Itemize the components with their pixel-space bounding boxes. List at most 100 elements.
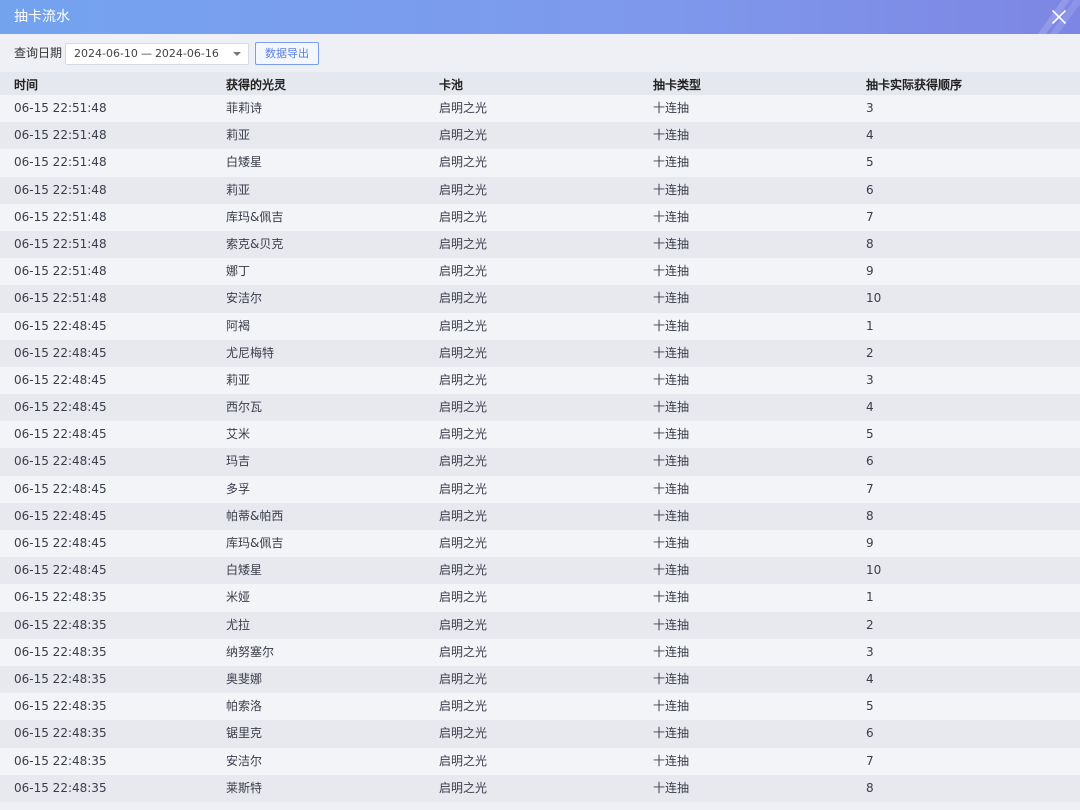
cell-pool: 启明之光 <box>439 644 488 659</box>
cell-character: 西尔瓦 <box>226 400 263 415</box>
cell-draw-type: 十连抽 <box>653 590 690 605</box>
cell-character: 玛吉 <box>226 454 251 469</box>
cell-pool: 启明之光 <box>439 128 488 143</box>
cell-draw-type: 十连抽 <box>653 563 690 578</box>
table-row: 06-15 22:48:35 尤拉 启明之光 十连抽 2 <box>0 611 1080 639</box>
cell-order: 9 <box>866 264 874 279</box>
cell-order: 6 <box>866 726 874 741</box>
cell-order: 1 <box>866 590 874 605</box>
cell-character: 白矮星 <box>226 155 263 170</box>
cell-draw-type: 十连抽 <box>653 264 690 279</box>
table-row: 06-15 22:48:35 奥斐娜 启明之光 十连抽 4 <box>0 665 1080 694</box>
cell-order: 4 <box>866 400 874 415</box>
cell-order: 10 <box>866 291 882 306</box>
cell-time: 06-15 22:48:35 <box>14 699 107 714</box>
cell-character: 索克&贝克 <box>226 236 284 251</box>
cell-draw-type: 十连抽 <box>653 372 690 387</box>
cell-character: 莉亚 <box>226 182 251 197</box>
cell-order: 8 <box>866 780 874 795</box>
table-row: 06-15 22:51:48 娜丁 启明之光 十连抽 9 <box>0 258 1080 286</box>
cell-time: 06-15 22:51:48 <box>14 182 107 197</box>
table-row: 06-15 22:48:45 白矮星 启明之光 十连抽 10 <box>0 557 1080 585</box>
cell-order: 6 <box>866 182 874 197</box>
cell-pool: 启明之光 <box>439 699 488 714</box>
cell-order: 6 <box>866 454 874 469</box>
table-row: 06-15 22:48:45 多孚 启明之光 十连抽 7 <box>0 475 1080 503</box>
cell-draw-type: 十连抽 <box>653 291 690 306</box>
cell-character: 尤尼梅特 <box>226 345 275 360</box>
table-row: 06-15 22:51:48 莉亚 启明之光 十连抽 4 <box>0 122 1080 150</box>
cell-character: 艾米 <box>226 427 251 442</box>
date-separator: — <box>140 47 152 60</box>
cell-order: 2 <box>866 345 874 360</box>
cell-time: 06-15 22:48:45 <box>14 508 107 523</box>
cell-pool: 启明之光 <box>439 563 488 578</box>
cell-order: 5 <box>866 155 874 170</box>
table-row: 06-15 22:51:48 安洁尔 启明之光 十连抽 10 <box>0 285 1080 313</box>
cell-time: 06-15 22:48:35 <box>14 644 107 659</box>
date-filter-label: 查询日期 <box>14 46 63 60</box>
date-end: 2024-06-16 <box>154 47 219 60</box>
cell-draw-type: 十连抽 <box>653 209 690 224</box>
cell-draw-type: 十连抽 <box>653 726 690 741</box>
date-range-picker[interactable]: 2024-06-10—2024-06-16 <box>65 43 249 65</box>
cell-draw-type: 十连抽 <box>653 753 690 768</box>
cell-time: 06-15 22:48:45 <box>14 536 107 550</box>
table-row: 06-15 22:48:45 尤尼梅特 启明之光 十连抽 2 <box>0 339 1080 367</box>
cell-draw-type: 十连抽 <box>653 508 690 523</box>
cell-character: 库玛&佩吉 <box>226 209 284 224</box>
table-row: 06-15 22:51:48 莉亚 启明之光 十连抽 6 <box>0 176 1080 204</box>
cell-pool: 启明之光 <box>439 590 488 605</box>
table-row: 06-15 22:48:35 米娅 启明之光 十连抽 1 <box>0 584 1080 612</box>
cell-character: 莉亚 <box>226 128 251 143</box>
cell-character: 莱斯特 <box>226 780 263 795</box>
cell-pool: 启明之光 <box>439 400 488 415</box>
cell-pool: 启明之光 <box>439 155 488 170</box>
cell-pool: 启明之光 <box>439 726 488 741</box>
table-row: 06-15 22:48:35 帕索洛 启明之光 十连抽 5 <box>0 693 1080 721</box>
cell-pool: 启明之光 <box>439 291 488 306</box>
cell-order: 3 <box>866 372 874 387</box>
cell-order: 7 <box>866 209 874 224</box>
cell-character: 白矮星 <box>226 563 263 578</box>
cell-draw-type: 十连抽 <box>653 236 690 251</box>
cell-time: 06-15 22:51:48 <box>14 264 107 279</box>
cell-character: 尤拉 <box>226 617 251 632</box>
cell-time: 06-15 22:51:48 <box>14 291 107 306</box>
cell-pool: 启明之光 <box>439 454 488 469</box>
cell-order: 10 <box>866 563 882 578</box>
table-body[interactable]: 06-15 22:51:48 菲莉诗 启明之光 十连抽 3 06-15 22:51:48 莉… <box>0 95 1080 810</box>
cell-time: 06-15 22:48:35 <box>14 590 107 605</box>
cell-time: 06-15 22:48:45 <box>14 372 107 387</box>
cell-character: 多孚 <box>226 481 251 496</box>
table-row: 06-15 22:51:48 白矮星 启明之光 十连抽 5 <box>0 149 1080 177</box>
table-row: 06-15 22:48:45 艾米 启明之光 十连抽 5 <box>0 421 1080 449</box>
cell-order: 8 <box>866 508 874 523</box>
cell-time: 06-15 22:51:48 <box>14 155 107 170</box>
cell-time: 06-15 22:48:45 <box>14 563 107 578</box>
cell-pool: 启明之光 <box>439 427 488 442</box>
cell-draw-type: 十连抽 <box>653 536 690 550</box>
cell-draw-type: 十连抽 <box>653 182 690 197</box>
date-start: 2024-06-10 <box>74 47 138 60</box>
close-icon <box>1051 9 1067 25</box>
cell-draw-type: 十连抽 <box>653 454 690 469</box>
cell-time: 06-15 22:51:48 <box>14 128 107 143</box>
close-button[interactable] <box>1046 4 1072 30</box>
table-row: 06-15 22:48:35 安洁尔 启明之光 十连抽 7 <box>0 747 1080 775</box>
cell-draw-type: 十连抽 <box>653 128 690 143</box>
cell-draw-type: 十连抽 <box>653 617 690 632</box>
export-data-button[interactable]: 数据导出 <box>255 42 319 65</box>
table-row: 06-15 22:48:45 莉亚 启明之光 十连抽 3 <box>0 366 1080 395</box>
cell-pool: 启明之光 <box>439 318 488 333</box>
cell-order: 5 <box>866 699 874 714</box>
cell-time: 06-15 22:48:45 <box>14 454 107 469</box>
gacha-history-window: 抽卡流水 查询日期 2024-06-10—2024-06-16 数据导出 时间 … <box>0 0 1080 810</box>
cell-pool: 启明之光 <box>439 481 488 496</box>
cell-order: 2 <box>866 617 874 632</box>
cell-character: 纳努塞尔 <box>226 644 275 659</box>
cell-character: 菲莉诗 <box>226 101 263 115</box>
cell-pool: 启明之光 <box>439 345 488 360</box>
cell-character: 库玛&佩吉 <box>226 536 284 550</box>
cell-pool: 启明之光 <box>439 264 488 279</box>
